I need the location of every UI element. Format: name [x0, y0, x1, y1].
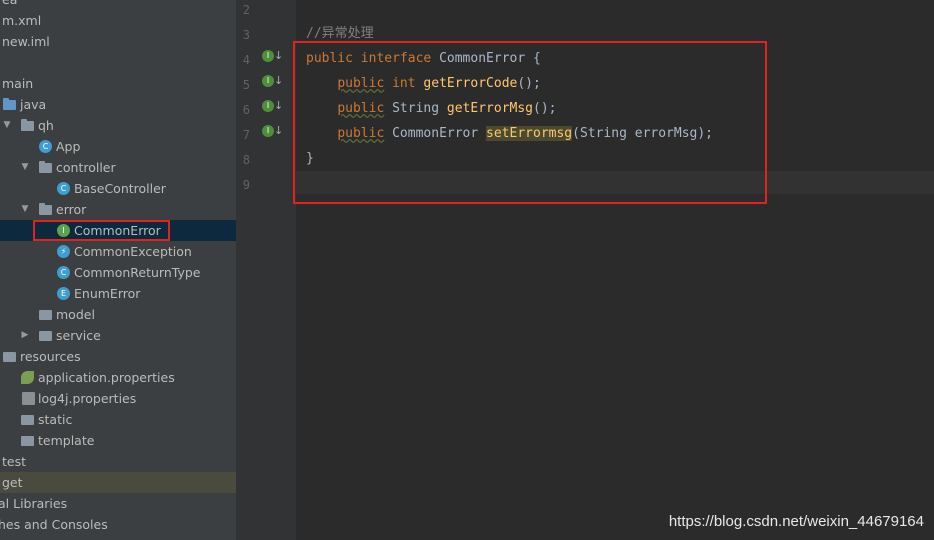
folder-icon [21, 415, 34, 425]
tree-item-label: CommonReturnType [74, 265, 201, 280]
line-number: 8 [242, 153, 250, 167]
tree-item-label: EnumError [74, 286, 141, 301]
line-number: 5 [242, 78, 250, 92]
tree-item-label: ea [2, 0, 17, 10]
line-number: 3 [242, 28, 250, 42]
tree-item-basecontroller[interactable]: C BaseController [0, 178, 236, 199]
watermark: https://blog.csdn.net/weixin_44679164 [668, 513, 924, 530]
package-icon [39, 161, 52, 173]
source-folder-icon [3, 98, 16, 110]
line-number: 2 [242, 3, 250, 17]
project-tree[interactable]: ea m.xml new.iml main java ▼ qh C App ▼ … [0, 0, 236, 540]
arrow-down-icon[interactable]: ↓ [274, 74, 283, 87]
expand-arrow-icon[interactable]: ▼ [20, 157, 30, 178]
exception-class-icon: ⚡ [57, 245, 70, 258]
tree-item-main[interactable]: main [0, 73, 236, 94]
implemented-marker-icon[interactable]: I [262, 50, 274, 62]
tree-item-model[interactable]: model [0, 304, 236, 325]
resources-folder-icon [3, 352, 16, 362]
tree-item-src[interactable] [0, 52, 236, 73]
line-number: 4 [242, 53, 250, 67]
line-number: 7 [242, 128, 250, 142]
line-number: 6 [242, 103, 250, 117]
tree-item-label: get [2, 475, 23, 490]
code-highlight-box [293, 41, 767, 204]
tree-item-label: test [2, 454, 27, 469]
class-icon: C [57, 182, 70, 195]
tree-item-label: application.properties [38, 370, 175, 385]
tree-item-commonexception[interactable]: ⚡ CommonException [0, 241, 236, 262]
code-comment: //异常处理 [306, 26, 374, 41]
tree-item-static[interactable]: static [0, 409, 236, 430]
tree-item-resources[interactable]: resources [0, 346, 236, 367]
tree-item-app[interactable]: C App [0, 136, 236, 157]
tree-item-target[interactable]: get [0, 472, 236, 493]
tree-item-label: App [56, 139, 81, 154]
tree-item-log4j-properties[interactable]: log4j.properties [0, 388, 236, 409]
arrow-down-icon[interactable]: ↓ [274, 49, 283, 62]
class-icon: C [57, 266, 70, 279]
class-icon: C [39, 140, 52, 153]
tree-item-label: main [2, 76, 34, 91]
tree-item-qh[interactable]: ▼ qh [0, 115, 236, 136]
tree-item-label: al Libraries [0, 496, 68, 511]
tree-item-label: controller [56, 160, 116, 175]
folder-icon [21, 436, 34, 446]
tree-item-error[interactable]: ▼ error [0, 199, 236, 220]
tree-item-label: hes and Consoles [0, 517, 108, 532]
package-icon [39, 310, 52, 320]
tree-item-external-libraries[interactable]: al Libraries [0, 493, 236, 514]
arrow-down-icon[interactable]: ↓ [274, 99, 283, 112]
tree-item-scratches[interactable]: hes and Consoles [0, 514, 236, 535]
implemented-marker-icon[interactable]: I [262, 125, 274, 137]
line-number: 9 [242, 178, 250, 192]
editor-gutter: 2 3 4 5 6 7 8 9 I ↓ I ↓ I ↓ I ↓ [236, 0, 296, 540]
tree-item-label: qh [38, 118, 54, 133]
tree-item-idea[interactable]: ea [0, 0, 236, 10]
enum-icon: E [57, 287, 70, 300]
tree-item-label: java [20, 97, 47, 112]
tree-item-enumerror[interactable]: E EnumError [0, 283, 236, 304]
tree-item-test[interactable]: test [0, 451, 236, 472]
tree-item-label: resources [20, 349, 81, 364]
arrow-down-icon[interactable]: ↓ [274, 124, 283, 137]
tree-item-label: new.iml [2, 34, 50, 49]
expand-arrow-icon[interactable]: ▼ [20, 199, 30, 220]
properties-file-icon [22, 392, 35, 405]
tree-item-commonreturntype[interactable]: C CommonReturnType [0, 262, 236, 283]
selection-highlight-box [33, 220, 170, 241]
tree-item-label: template [38, 433, 95, 448]
collapse-arrow-icon[interactable]: ▶ [20, 325, 30, 346]
implemented-marker-icon[interactable]: I [262, 100, 274, 112]
tree-item-label: CommonException [74, 244, 192, 259]
tree-item-label: log4j.properties [38, 391, 137, 406]
package-icon [39, 331, 52, 341]
expand-arrow-icon[interactable]: ▼ [2, 115, 12, 136]
package-icon [21, 119, 34, 131]
tree-item-application-properties[interactable]: application.properties [0, 367, 236, 388]
tree-item-label: service [56, 328, 101, 343]
tree-item-label: BaseController [74, 181, 166, 196]
tree-item-controller[interactable]: ▼ controller [0, 157, 236, 178]
spring-leaf-icon [21, 371, 34, 384]
tree-item-label: model [56, 307, 95, 322]
tree-item-label: m.xml [2, 13, 42, 28]
tree-item-label: error [56, 202, 87, 217]
tree-item-pom[interactable]: m.xml [0, 10, 236, 31]
tree-item-java[interactable]: java [0, 94, 236, 115]
package-icon [39, 203, 52, 215]
implemented-marker-icon[interactable]: I [262, 75, 274, 87]
tree-item-iml[interactable]: new.iml [0, 31, 236, 52]
tree-item-template[interactable]: template [0, 430, 236, 451]
tree-item-label: static [38, 412, 73, 427]
tree-item-service[interactable]: ▶ service [0, 325, 236, 346]
